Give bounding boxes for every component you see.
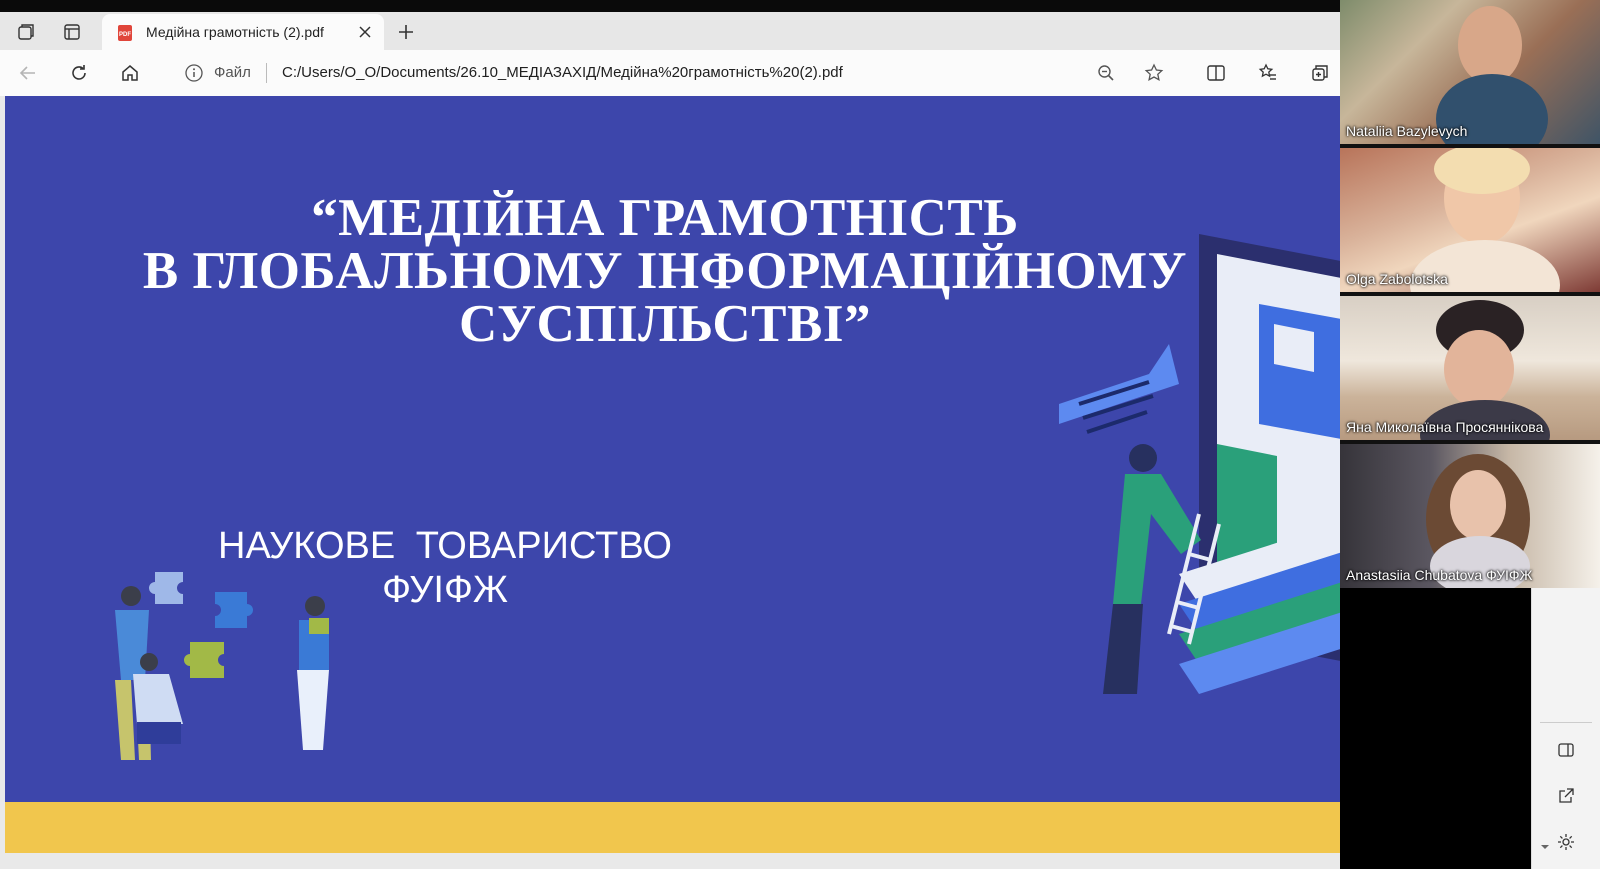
- settings-icon[interactable]: [1554, 830, 1578, 854]
- scroll-down-icon[interactable]: [1538, 840, 1552, 854]
- file-label: Файл: [214, 64, 251, 81]
- refresh-icon[interactable]: [67, 61, 91, 85]
- tab-actions-icon[interactable]: [60, 20, 84, 44]
- pdf-viewer[interactable]: “МЕДІЙНА ГРАМОТНІСТЬ В ГЛОБАЛЬНОМУ ІНФОР…: [0, 96, 1340, 869]
- url-separator: [266, 63, 267, 83]
- participant-face: [1458, 6, 1522, 84]
- collections-add-icon[interactable]: [1308, 61, 1332, 85]
- zoom-out-icon[interactable]: [1094, 61, 1118, 85]
- info-icon[interactable]: [184, 63, 204, 83]
- slide-title-line: В ГЛОБАЛЬНОМУ ІНФОРМАЦІЙНОМУ: [142, 242, 1188, 300]
- slide-title: “МЕДІЙНА ГРАМОТНІСТЬ В ГЛОБАЛЬНОМУ ІНФОР…: [125, 192, 1205, 351]
- tab-strip: PDF Медійна грамотність (2).pdf: [0, 12, 1340, 50]
- sidebar-divider: [1540, 722, 1592, 723]
- browser-window: PDF Медійна грамотність (2).pdf Файл C:/…: [0, 12, 1340, 869]
- participant-video[interactable]: Anastasiia Chubatova ФУІФЖ: [1340, 444, 1600, 588]
- puzzle-team-illustration: [115, 572, 329, 760]
- participant-name: Olga Zabolotska: [1346, 271, 1448, 287]
- participant-video[interactable]: Olga Zabolotska: [1340, 148, 1600, 292]
- participant-face: [1450, 470, 1506, 540]
- participant-face: [1444, 330, 1514, 408]
- books-laptop-illustration: [1059, 234, 1340, 694]
- tab-title: Медійна грамотність (2).pdf: [146, 24, 324, 40]
- sidebar-toggle-icon[interactable]: [1554, 738, 1578, 762]
- active-tab[interactable]: PDF Медійна грамотність (2).pdf: [102, 14, 384, 50]
- pdf-icon: PDF: [118, 25, 132, 41]
- star-icon[interactable]: [1142, 61, 1166, 85]
- back-icon[interactable]: [16, 61, 40, 85]
- plus-icon[interactable]: [394, 20, 418, 44]
- slide-accent-bar: [5, 802, 1340, 853]
- collections-icon[interactable]: [14, 20, 38, 44]
- address-bar: Файл C:/Users/O_O/Documents/26.10_МЕДІАЗ…: [0, 50, 1340, 97]
- video-participants-panel: Nataliia Bazylevych Olga Zabolotska Яна …: [1340, 0, 1600, 588]
- participant-video[interactable]: Яна Миколаївна Просяннікова: [1340, 296, 1600, 440]
- participant-name: Яна Миколаївна Просяннікова: [1346, 419, 1544, 435]
- url-text[interactable]: C:/Users/O_O/Documents/26.10_МЕДІАЗАХІД/…: [282, 64, 843, 81]
- open-external-icon[interactable]: [1554, 784, 1578, 808]
- slide-title-line: СУСПІЛЬСТВІ”: [459, 295, 871, 353]
- participant-video[interactable]: Nataliia Bazylevych: [1340, 0, 1600, 144]
- home-icon[interactable]: [118, 61, 142, 85]
- slide-title-line: “МЕДІЙНА ГРАМОТНІСТЬ: [311, 189, 1019, 247]
- url-field[interactable]: Файл C:/Users/O_O/Documents/26.10_МЕДІАЗ…: [178, 57, 1136, 89]
- close-icon[interactable]: [356, 23, 374, 41]
- svg-text:PDF: PDF: [119, 32, 131, 38]
- presentation-slide: “МЕДІЙНА ГРАМОТНІСТЬ В ГЛОБАЛЬНОМУ ІНФОР…: [5, 96, 1340, 853]
- participant-name: Anastasiia Chubatova ФУІФЖ: [1346, 567, 1533, 583]
- favorites-icon[interactable]: [1256, 61, 1280, 85]
- split-screen-icon[interactable]: [1204, 61, 1228, 85]
- participant-name: Nataliia Bazylevych: [1346, 123, 1468, 139]
